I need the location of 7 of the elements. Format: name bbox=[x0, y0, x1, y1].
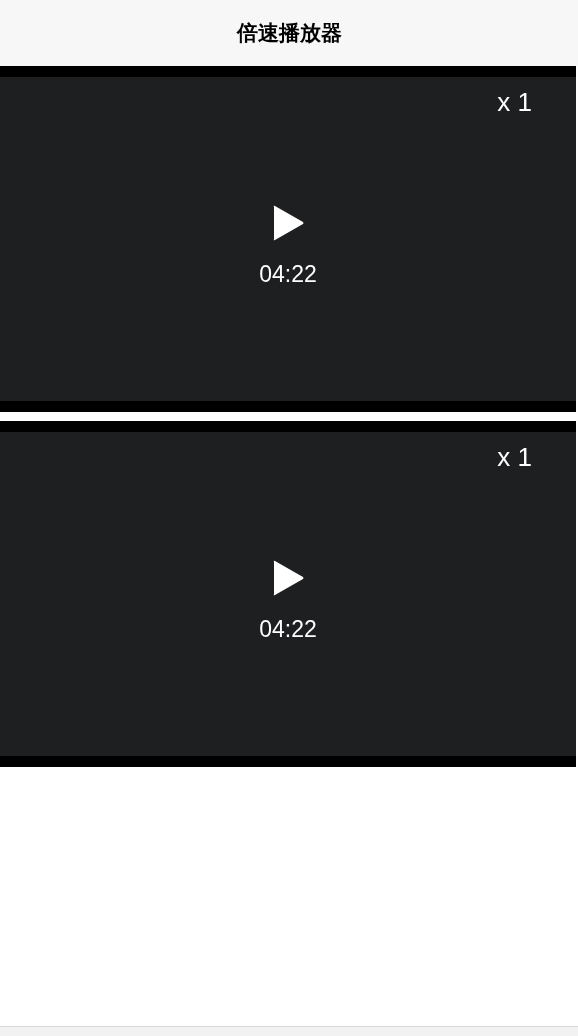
speed-button[interactable]: x 1 bbox=[497, 87, 532, 118]
speed-button[interactable]: x 1 bbox=[497, 442, 532, 473]
video-duration: 04:22 bbox=[259, 615, 317, 643]
video-duration: 04:22 bbox=[259, 260, 317, 288]
page-title: 倍速播放器 bbox=[236, 20, 342, 46]
play-icon[interactable] bbox=[272, 559, 304, 596]
play-icon[interactable] bbox=[272, 204, 304, 241]
